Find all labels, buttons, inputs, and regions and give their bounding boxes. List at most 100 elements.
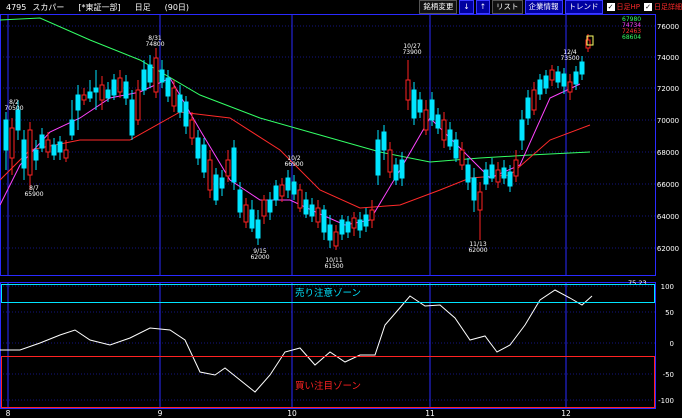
candle-body <box>135 89 141 121</box>
price-axis-label: 70000 <box>657 117 679 125</box>
candle-body <box>147 64 153 83</box>
sell-zone-label: 売り注意ゾーン <box>294 288 362 299</box>
candle-body <box>297 189 303 209</box>
candle-body <box>351 217 357 229</box>
candle-body <box>537 79 543 95</box>
ma-short-line <box>0 77 581 226</box>
buy-zone-box: 買い注目ゾーン <box>1 356 655 408</box>
candle-body <box>237 189 243 213</box>
candle-body <box>93 87 99 93</box>
candle-body <box>213 174 219 201</box>
candle-body <box>279 184 285 197</box>
candle-body <box>357 219 363 231</box>
candle-body <box>129 99 135 136</box>
candle-body <box>63 149 69 159</box>
candle-body <box>165 77 171 97</box>
candle-body <box>159 69 165 83</box>
candle-body <box>183 101 189 127</box>
candle-body <box>81 94 87 101</box>
candle-body <box>21 139 27 169</box>
candle-body <box>171 87 177 107</box>
candle-body <box>327 224 333 241</box>
candle-body <box>69 119 75 136</box>
candle-body <box>579 61 585 75</box>
candle-body <box>471 177 477 201</box>
candle-body <box>273 185 279 201</box>
candle-body <box>3 119 9 151</box>
sell-zone-box: 売り注意ゾーン <box>1 284 655 303</box>
candle-body <box>51 144 57 156</box>
candle-body <box>87 91 93 99</box>
price-axis-label: 64000 <box>657 213 679 221</box>
candle-body <box>453 139 459 159</box>
month-label: 8 <box>6 409 11 418</box>
candle-body <box>15 109 21 131</box>
candle-body <box>447 129 453 147</box>
candle-body <box>105 89 111 99</box>
candle-body <box>309 204 315 217</box>
candle-body <box>561 73 567 87</box>
candle-body <box>519 119 525 141</box>
candle-body <box>387 149 393 173</box>
candle-body <box>27 129 33 176</box>
candle-body <box>189 119 195 139</box>
annotation-price: 73500 <box>560 55 579 62</box>
candle-body <box>57 141 63 153</box>
candle-body <box>501 167 507 179</box>
candle-body <box>483 169 489 185</box>
price-axis-label: 66000 <box>657 181 679 189</box>
candle-body <box>369 209 375 221</box>
price-axis-label: 74000 <box>657 54 679 62</box>
candle-body <box>99 84 105 101</box>
candle-body <box>261 199 267 217</box>
candle-body <box>417 99 423 113</box>
candle-body <box>285 177 291 191</box>
candle-body <box>243 204 249 223</box>
candle-body <box>225 159 231 177</box>
candle-body <box>543 75 549 89</box>
annotation-price: 73900 <box>402 49 421 56</box>
candle-body <box>489 164 495 179</box>
candle-body <box>459 149 465 166</box>
candle-body <box>549 69 555 81</box>
annotation-price: 70500 <box>4 105 23 112</box>
candle-body <box>249 209 255 229</box>
candle-body <box>291 181 297 195</box>
osc-axis-label: 50 <box>665 309 674 317</box>
candle-body <box>207 159 213 191</box>
candle-body <box>405 79 411 101</box>
candle-body <box>177 94 183 113</box>
candle-body <box>507 171 513 187</box>
month-label: 10 <box>287 409 297 418</box>
candle-body <box>399 159 405 179</box>
candle-body <box>363 214 369 227</box>
candle-body <box>513 159 519 177</box>
candle-body <box>525 97 531 119</box>
annotation-price: 61500 <box>324 263 343 270</box>
annotation-price: 74800 <box>145 41 164 48</box>
annotation-price: 66900 <box>284 161 303 168</box>
candle-body <box>267 199 273 213</box>
candle-body <box>339 219 345 235</box>
candle-body <box>117 77 123 93</box>
candle-body <box>201 144 207 173</box>
candle-body <box>393 164 399 181</box>
candle-body <box>321 209 327 233</box>
candle-body <box>153 57 159 93</box>
month-label: 9 <box>158 409 163 418</box>
candle-body <box>567 81 573 93</box>
osc-axis-label: -50 <box>663 371 674 379</box>
candle-body <box>231 147 237 183</box>
price-axis-label: 76000 <box>657 23 679 31</box>
candle-body <box>195 137 201 159</box>
candle-body <box>45 139 51 153</box>
osc-axis-label: -100 <box>658 397 674 405</box>
candle-body <box>477 191 483 211</box>
candle-body <box>111 79 117 96</box>
annotation-price: 62000 <box>250 254 269 261</box>
candle-body <box>315 207 321 223</box>
buy-zone-label: 買い注目ゾーン <box>294 381 362 392</box>
osc-axis-label: 0 <box>670 340 674 348</box>
candle-body <box>219 177 225 189</box>
month-label: 12 <box>561 409 571 418</box>
